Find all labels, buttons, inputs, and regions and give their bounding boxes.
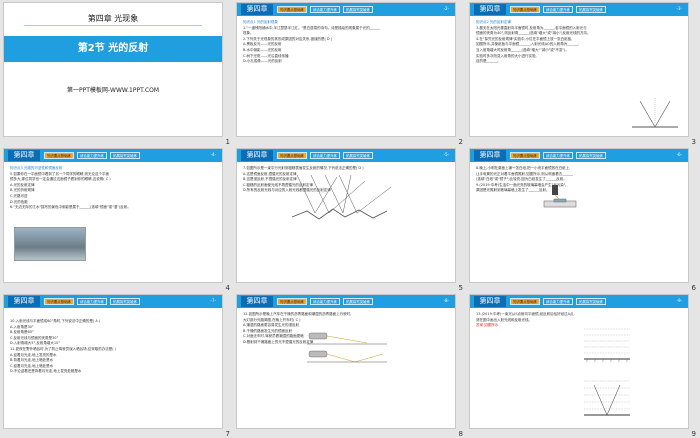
tab-advanced: 综合能力提升练 <box>543 152 573 159</box>
page-indicator: -8- <box>443 298 449 303</box>
content-slide: 第四章 知识要点基础练 综合能力提升练 拓展探究突破练 -3- 知识点2 光的反… <box>469 2 689 137</box>
answer-grid-diagram <box>584 380 630 416</box>
chapter-tag: 第四章 <box>241 296 273 307</box>
page-indicator: -9- <box>676 298 682 303</box>
tab-explore: 拓展探究突破练 <box>576 6 606 13</box>
tab-basic: 知识要点基础练 <box>510 152 540 159</box>
slide-number: 9 <box>691 430 696 438</box>
text-line: 目的是______。 <box>476 59 501 64</box>
slide-header-bar: 第四章 知识要点基础练 综合能力提升练 拓展探究突破练 -2- <box>237 3 455 16</box>
chapter-tag: 第四章 <box>241 4 273 15</box>
tab-advanced: 综合能力提升练 <box>77 298 107 305</box>
slide-content: 知识点3 光路的可逆性和镜面反射 5.如果你在一平面镜中看到了另一个同学的眼睛,… <box>10 166 216 211</box>
tab-explore: 拓展探究突破练 <box>110 298 140 305</box>
tab-basic: 知识要点基础练 <box>277 152 307 159</box>
tab-advanced: 综合能力提升练 <box>310 298 340 305</box>
slide-content: 10.入射光线与平面镜成60°角时,下列说法中正确的是( A ) A.入射角是3… <box>10 319 216 375</box>
slide-thumbnail-3[interactable]: 第四章 知识要点基础练 综合能力提升练 拓展探究突破练 -3- 知识点2 光的反… <box>466 0 699 146</box>
car-headlight-diagram <box>307 332 387 363</box>
divider <box>24 25 202 26</box>
slide-thumbnail-8[interactable]: 第四章 知识要点基础练 综合能力提升练 拓展探究突破练 -8- 12.如图所示是… <box>233 292 466 438</box>
tab-explore: 拓展探究突破练 <box>576 152 606 159</box>
content-slide: 第四章 知识要点基础练 综合能力提升练 拓展探究突破练 -7- 10.入射光线与… <box>3 294 223 429</box>
page-indicator: -4- <box>210 152 216 157</box>
tab-explore: 拓展探究突破练 <box>576 298 606 305</box>
slide-number: 7 <box>225 430 230 438</box>
page-indicator: -3- <box>676 6 682 11</box>
tab-basic: 知识要点基础练 <box>277 6 307 13</box>
chapter-tag: 第四章 <box>474 150 506 161</box>
chapter-tag: 第四章 <box>241 150 273 161</box>
content-slide: 第四章 知识要点基础练 综合能力提升练 拓展探究突破练 -4- 知识点3 光路的… <box>3 148 223 283</box>
slide-content: 知识点1 光的反射现象 1."一道残阳铺水中,半江瑟瑟半江红。"是白居易的诗句。… <box>243 20 449 65</box>
diffuse-reflection-diagram <box>291 174 392 220</box>
page-indicator: -2- <box>443 6 449 11</box>
text-line: D.不论迎着还是背着月光走,地上发亮处都是水 <box>10 369 82 374</box>
page-indicator: -7- <box>210 298 216 303</box>
chapter-title: 第四章 光现象 <box>87 14 139 23</box>
slide-header-bar: 第四章 知识要点基础练 综合能力提升练 拓展探究突破练 -6- <box>470 149 688 162</box>
slide-number: 8 <box>458 430 463 438</box>
slide-thumbnail-7[interactable]: 第四章 知识要点基础练 综合能力提升练 拓展探究突破练 -7- 10.入射光线与… <box>0 292 233 438</box>
mirror-grid-diagram <box>584 328 630 363</box>
chapter-tag: 第四章 <box>8 296 40 307</box>
tab-advanced: 综合能力提升练 <box>310 152 340 159</box>
title-slide: 第四章 光现象 第2节 光的反射 第一PPT模板网-WWW.1PPT.COM <box>3 2 223 137</box>
page-indicator: -5- <box>443 152 449 157</box>
slide-number: 6 <box>691 284 696 292</box>
tab-advanced: 综合能力提升练 <box>77 152 107 159</box>
tab-basic: 知识要点基础练 <box>510 6 540 13</box>
text-line: 6."无边无际的江水"描写的景色中倒影是属于______(选填"镜面"或"漫")… <box>10 205 131 210</box>
lake-photo <box>14 227 86 261</box>
slide-thumbnail-5[interactable]: 第四章 知识要点基础练 综合能力提升练 拓展探究突破练 -5- 7.如图所示是一… <box>233 146 466 292</box>
slide-thumbnail-6[interactable]: 第四章 知识要点基础练 综合能力提升练 拓展探究突破练 -6- 8.晚上,小明在… <box>466 146 699 292</box>
slide-header-bar: 第四章 知识要点基础练 综合能力提升练 拓展探究突破练 -3- <box>470 3 688 16</box>
tab-advanced: 综合能力提升练 <box>543 298 573 305</box>
tab-basic: 知识要点基础练 <box>44 152 74 159</box>
slide-header-bar: 第四章 知识要点基础练 综合能力提升练 拓展探究突破练 -8- <box>237 295 455 308</box>
slide-number: 2 <box>458 138 463 146</box>
tab-advanced: 综合能力提升练 <box>543 6 573 13</box>
slide-grid: 第四章 光现象 第2节 光的反射 第一PPT模板网-WWW.1PPT.COM 1… <box>0 0 700 438</box>
content-slide: 第四章 知识要点基础练 综合能力提升练 拓展探究突破练 -2- 知识点1 光的反… <box>236 2 456 137</box>
content-slide: 第四章 知识要点基础练 综合能力提升练 拓展探究突破练 -5- 7.如图所示是一… <box>236 148 456 283</box>
answer-label: 答案 如图所示 <box>476 323 499 328</box>
chapter-tag: 第四章 <box>474 4 506 15</box>
slide-thumbnail-2[interactable]: 第四章 知识要点基础练 综合能力提升练 拓展探究突破练 -2- 知识点1 光的反… <box>233 0 466 146</box>
slide-number: 3 <box>691 138 696 146</box>
page-indicator: -6- <box>676 152 682 157</box>
slide-header-bar: 第四章 知识要点基础练 综合能力提升练 拓展探究突破练 -5- <box>237 149 455 162</box>
tab-basic: 知识要点基础练 <box>510 298 540 305</box>
tab-explore: 拓展探究突破练 <box>110 152 140 159</box>
slide-header-bar: 第四章 知识要点基础练 综合能力提升练 拓展探究突破练 -9- <box>470 295 688 308</box>
chapter-tag: 第四章 <box>8 150 40 161</box>
content-slide: 第四章 知识要点基础练 综合能力提升练 拓展探究突破练 -6- 8.晚上,小明在… <box>469 148 689 283</box>
tab-explore: 拓展探究突破练 <box>343 6 373 13</box>
slide-number: 4 <box>225 284 230 292</box>
slide-thumbnail-9[interactable]: 第四章 知识要点基础练 综合能力提升练 拓展探究突破练 -9- 13.(2019… <box>466 292 699 438</box>
chapter-tag: 第四章 <box>474 296 506 307</box>
tab-basic: 知识要点基础练 <box>277 298 307 305</box>
tab-advanced: 综合能力提升练 <box>310 6 340 13</box>
text-line: D.小孔成像——光的反射 <box>243 59 282 64</box>
tab-explore: 拓展探究突破练 <box>343 152 373 159</box>
tab-basic: 知识要点基础练 <box>44 298 74 305</box>
flashlight-diagram <box>543 185 577 208</box>
section-title: 第2节 光的反射 <box>4 36 222 62</box>
slide-thumbnail-4[interactable]: 第四章 知识要点基础练 综合能力提升练 拓展探究突破练 -4- 知识点3 光路的… <box>0 146 233 292</box>
slide-number: 1 <box>225 138 230 146</box>
slide-header-bar: 第四章 知识要点基础练 综合能力提升练 拓展探究突破练 -7- <box>4 295 222 308</box>
website-label: 第一PPT模板网-WWW.1PPT.COM <box>66 87 160 94</box>
slide-header-bar: 第四章 知识要点基础练 综合能力提升练 拓展探究突破练 -4- <box>4 149 222 162</box>
slide-content: 13.(2019·中考)一束光从S点射向平面镜,经反射后恰好经过A点, 请在图中… <box>476 312 682 329</box>
content-slide: 第四章 知识要点基础练 综合能力提升练 拓展探究突破练 -8- 12.如图所示是… <box>236 294 456 429</box>
slide-thumbnail-1[interactable]: 第四章 光现象 第2节 光的反射 第一PPT模板网-WWW.1PPT.COM 1 <box>0 0 233 146</box>
slide-content: 知识点2 光的反射定律 3.晨天在太阳光垂直射向平面镜时,反射角为______,… <box>476 20 682 65</box>
slide-number: 5 <box>458 284 463 292</box>
mirror-diagram <box>632 97 678 128</box>
tab-explore: 拓展探究突破练 <box>343 298 373 305</box>
content-slide: 第四章 知识要点基础练 综合能力提升练 拓展探究突破练 -9- 13.(2019… <box>469 294 689 429</box>
